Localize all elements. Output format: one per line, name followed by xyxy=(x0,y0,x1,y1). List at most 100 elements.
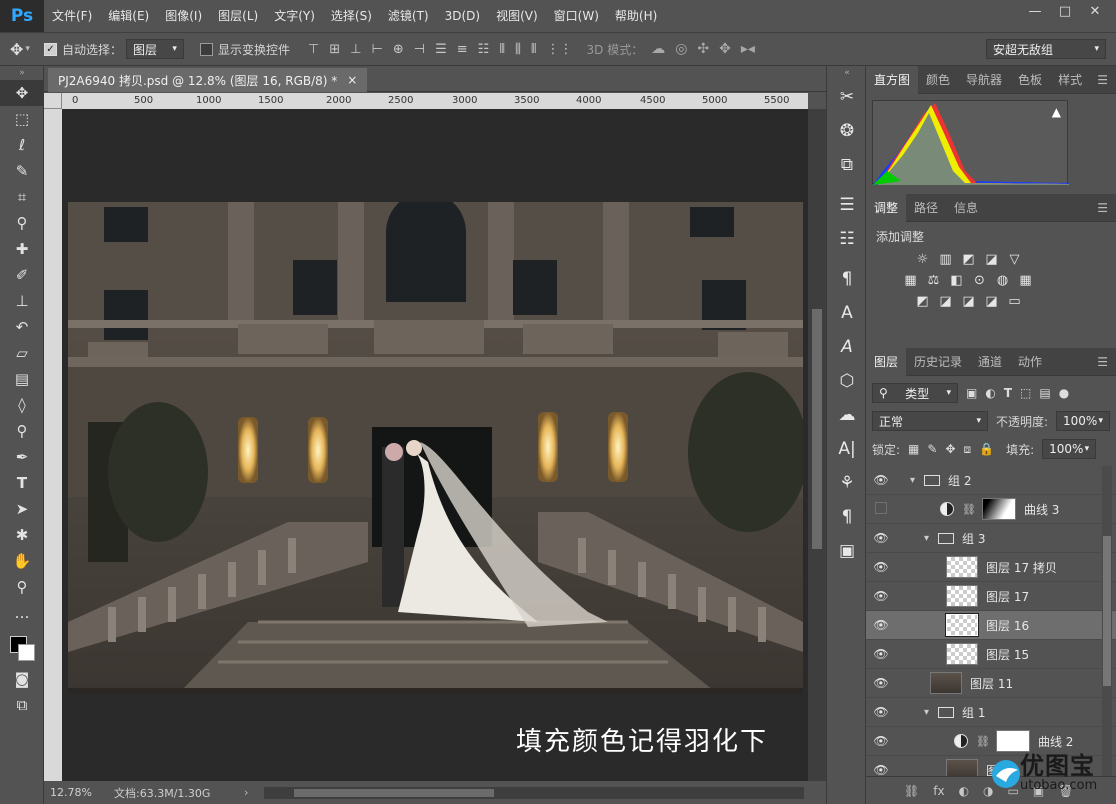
brush-settings-icon[interactable]: ❂ xyxy=(827,114,867,148)
auto-align-icon[interactable]: ⋮⋮ xyxy=(547,42,573,57)
visibility-eye-icon[interactable]: 👁 xyxy=(866,734,896,748)
document-tab[interactable]: PJ2A6940 拷贝.psd @ 12.8% (图层 16, RGB/8) *… xyxy=(48,68,368,92)
menu-file[interactable]: 文件(F) xyxy=(44,0,100,32)
distribute-vcenter-icon[interactable]: ≡ xyxy=(457,42,468,57)
healing-brush-tool-icon[interactable]: ✚ xyxy=(0,236,44,262)
properties-icon[interactable]: ☰ xyxy=(827,188,867,222)
paragraph-icon[interactable]: ¶ xyxy=(827,500,867,534)
layer-row-layer-11[interactable]: 👁 图层 11 xyxy=(866,669,1116,698)
layer-thumbnail[interactable] xyxy=(945,613,979,637)
layer-mask-thumbnail[interactable] xyxy=(981,498,1016,520)
hand-tool-icon[interactable]: ✋ xyxy=(0,548,44,574)
layer-row-layer-17-copy[interactable]: 👁 图层 17 拷贝 xyxy=(866,553,1116,582)
tab-channels[interactable]: 通道 xyxy=(970,348,1010,376)
chevron-down-icon[interactable]: ▾ xyxy=(924,707,938,718)
distribute-right-icon[interactable]: ⫴ xyxy=(531,42,536,57)
align-vcenter-icon[interactable]: ⊞ xyxy=(329,42,340,57)
zoom-tool-icon[interactable]: ⚲ xyxy=(0,574,44,600)
lock-all-icon[interactable]: 🔒 xyxy=(979,442,994,456)
history-brush-tool-icon[interactable]: ↶ xyxy=(0,314,44,340)
align-top-icon[interactable]: ⊤ xyxy=(308,42,319,57)
eraser-tool-icon[interactable]: ▱ xyxy=(0,340,44,366)
layer-row-group-1[interactable]: 👁 ▾ 组 1 xyxy=(866,698,1116,727)
visibility-eye-icon[interactable]: 👁 xyxy=(866,705,896,719)
align-right-icon[interactable]: ⊣ xyxy=(414,42,425,57)
visibility-eye-icon[interactable]: 👁 xyxy=(866,531,896,545)
slide-3d-icon[interactable]: ✥ xyxy=(719,41,731,57)
invert-icon[interactable]: ◩ xyxy=(914,293,931,310)
vibrance-icon[interactable]: ▽ xyxy=(1006,251,1023,268)
hue-saturation-icon[interactable]: ▦ xyxy=(902,272,919,289)
zoom-level[interactable]: 12.78% xyxy=(44,786,114,799)
layer-row-layer-16[interactable]: 👁 图层 16 xyxy=(866,611,1116,640)
minimize-button[interactable]: — xyxy=(1020,0,1050,22)
black-white-icon[interactable]: ◧ xyxy=(948,272,965,289)
canvas-vertical-scrollbar[interactable] xyxy=(808,109,826,781)
distribute-top-icon[interactable]: ☰ xyxy=(435,42,447,57)
roll-3d-icon[interactable]: ◎ xyxy=(675,41,687,57)
threshold-icon[interactable]: ◪ xyxy=(960,293,977,310)
move-tool-preset[interactable]: ✥ ▾ xyxy=(10,40,30,59)
shape-tool-icon[interactable]: ✱ xyxy=(0,522,44,548)
timeline-icon[interactable]: ▣ xyxy=(827,534,867,568)
auto-select-dropdown[interactable]: 图层 ▾ xyxy=(125,39,184,59)
tab-navigator[interactable]: 导航器 xyxy=(958,66,1010,94)
add-mask-icon[interactable]: ◐ xyxy=(959,784,969,798)
type-tool-icon[interactable]: T xyxy=(0,470,44,496)
tab-layers[interactable]: 图层 xyxy=(866,347,907,376)
libraries-icon[interactable]: ☁ xyxy=(827,398,867,432)
exposure-icon[interactable]: ◪ xyxy=(983,251,1000,268)
quick-select-tool-icon[interactable]: ✎ xyxy=(0,158,44,184)
marquee-tool-icon[interactable]: ⬚ xyxy=(0,106,44,132)
layer-row-layer-17[interactable]: 👁 图层 17 xyxy=(866,582,1116,611)
tool-presets-icon[interactable]: ✂ xyxy=(827,80,867,114)
align-hcenter-icon[interactable]: ⊕ xyxy=(393,42,404,57)
visibility-eye-icon[interactable]: 👁 xyxy=(866,560,896,574)
tab-color[interactable]: 颜色 xyxy=(918,66,958,94)
paragraph-style-icon[interactable]: ¶ xyxy=(827,262,867,296)
visibility-eye-icon[interactable]: 👁 xyxy=(866,618,896,632)
layer-thumbnail[interactable] xyxy=(946,585,978,607)
menu-edit[interactable]: 编辑(E) xyxy=(100,0,157,32)
menu-3d[interactable]: 3D(D) xyxy=(437,0,488,32)
quick-mask-icon[interactable]: ◙ xyxy=(0,666,44,692)
color-lookup-icon[interactable]: ▦ xyxy=(1017,272,1034,289)
scale-3d-icon[interactable]: ▸◂ xyxy=(741,41,755,57)
align-left-icon[interactable]: ⊢ xyxy=(372,42,383,57)
tab-histogram[interactable]: 直方图 xyxy=(866,65,919,94)
gradient-map-icon[interactable]: ▭ xyxy=(1006,293,1023,310)
actions-icon[interactable]: ⚘ xyxy=(827,466,867,500)
fill-input[interactable]: 100% ▾ xyxy=(1042,439,1097,459)
distribute-bottom-icon[interactable]: ☷ xyxy=(478,42,490,57)
layer-thumbnail[interactable] xyxy=(930,672,962,694)
posterize-icon[interactable]: ◪ xyxy=(937,293,954,310)
gradient-tool-icon[interactable]: ▤ xyxy=(0,366,44,392)
document-canvas[interactable]: 填充颜色记得羽化下 xyxy=(62,109,808,781)
menu-view[interactable]: 视图(V) xyxy=(488,0,546,32)
path-select-tool-icon[interactable]: ➤ xyxy=(0,496,44,522)
menu-window[interactable]: 窗口(W) xyxy=(546,0,607,32)
crop-tool-icon[interactable]: ⌗ xyxy=(0,184,44,210)
scroll-thumb[interactable] xyxy=(1103,536,1111,686)
color-balance-icon[interactable]: ⚖ xyxy=(925,272,942,289)
visibility-eye-icon[interactable] xyxy=(866,502,896,517)
tab-actions[interactable]: 动作 xyxy=(1010,348,1050,376)
layer-thumbnail[interactable] xyxy=(946,643,978,665)
glyphs-icon[interactable]: A xyxy=(827,330,867,364)
align-bottom-icon[interactable]: ⊥ xyxy=(350,42,361,57)
close-tab-icon[interactable]: × xyxy=(347,73,357,87)
tab-history[interactable]: 历史记录 xyxy=(906,348,970,376)
panel-menu-icon[interactable]: ☰ xyxy=(1097,201,1108,215)
3d-panel-icon[interactable]: ⬡ xyxy=(827,364,867,398)
distribute-left-icon[interactable]: ⦀ xyxy=(499,42,505,57)
chevron-down-icon[interactable]: ▾ xyxy=(910,475,924,486)
lock-image-icon[interactable]: ✎ xyxy=(927,442,937,456)
layer-thumbnail[interactable] xyxy=(946,759,978,776)
layer-row-group-2[interactable]: 👁 ▾ 组 2 xyxy=(866,466,1116,495)
filter-toggle-icon[interactable]: ● xyxy=(1059,386,1069,400)
visibility-eye-icon[interactable]: 👁 xyxy=(866,763,896,776)
menu-select[interactable]: 选择(S) xyxy=(323,0,380,32)
distribute-hcenter-icon[interactable]: ⫼ xyxy=(515,42,521,57)
blur-tool-icon[interactable]: ◊ xyxy=(0,392,44,418)
filter-shape-icon[interactable]: ⬚ xyxy=(1020,386,1031,400)
